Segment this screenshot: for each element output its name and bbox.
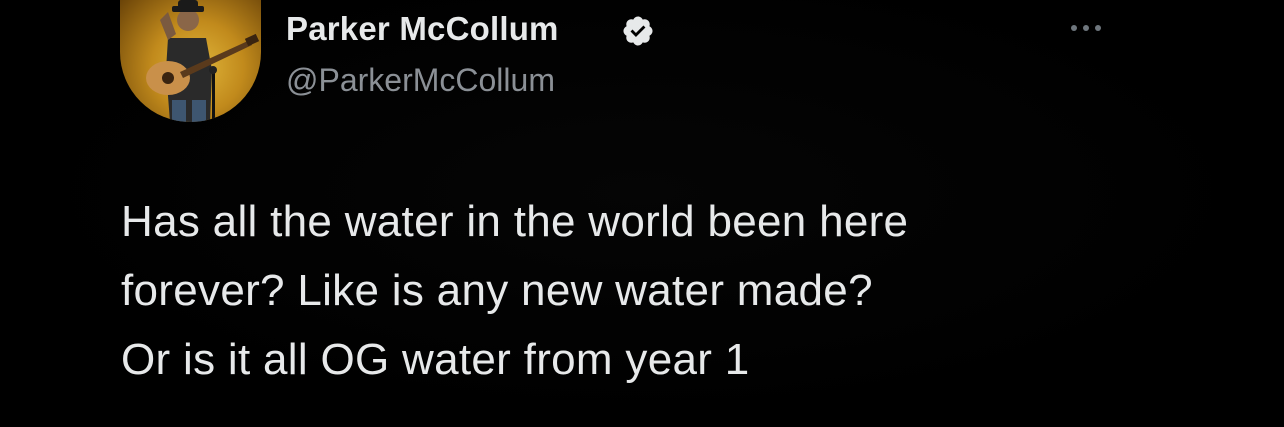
tweet-text-line: forever? Like is any new water made?: [121, 266, 873, 315]
avatar-photo: [146, 0, 260, 122]
more-options-icon[interactable]: [1068, 18, 1104, 38]
tweet-card: Parker McCollum @ParkerMcCollum Has all …: [0, 0, 1284, 427]
tweet-text: Has all the water in the world been here…: [121, 187, 1171, 394]
tweet-text-line: Has all the water in the world been here: [121, 197, 909, 246]
tweet-text-line: Or is it all OG water from year 1: [121, 335, 750, 384]
avatar[interactable]: [120, 0, 261, 122]
author-handle[interactable]: @ParkerMcCollum: [286, 62, 555, 99]
author-display-name[interactable]: Parker McCollum: [286, 10, 559, 48]
verified-badge-icon: [623, 16, 653, 46]
